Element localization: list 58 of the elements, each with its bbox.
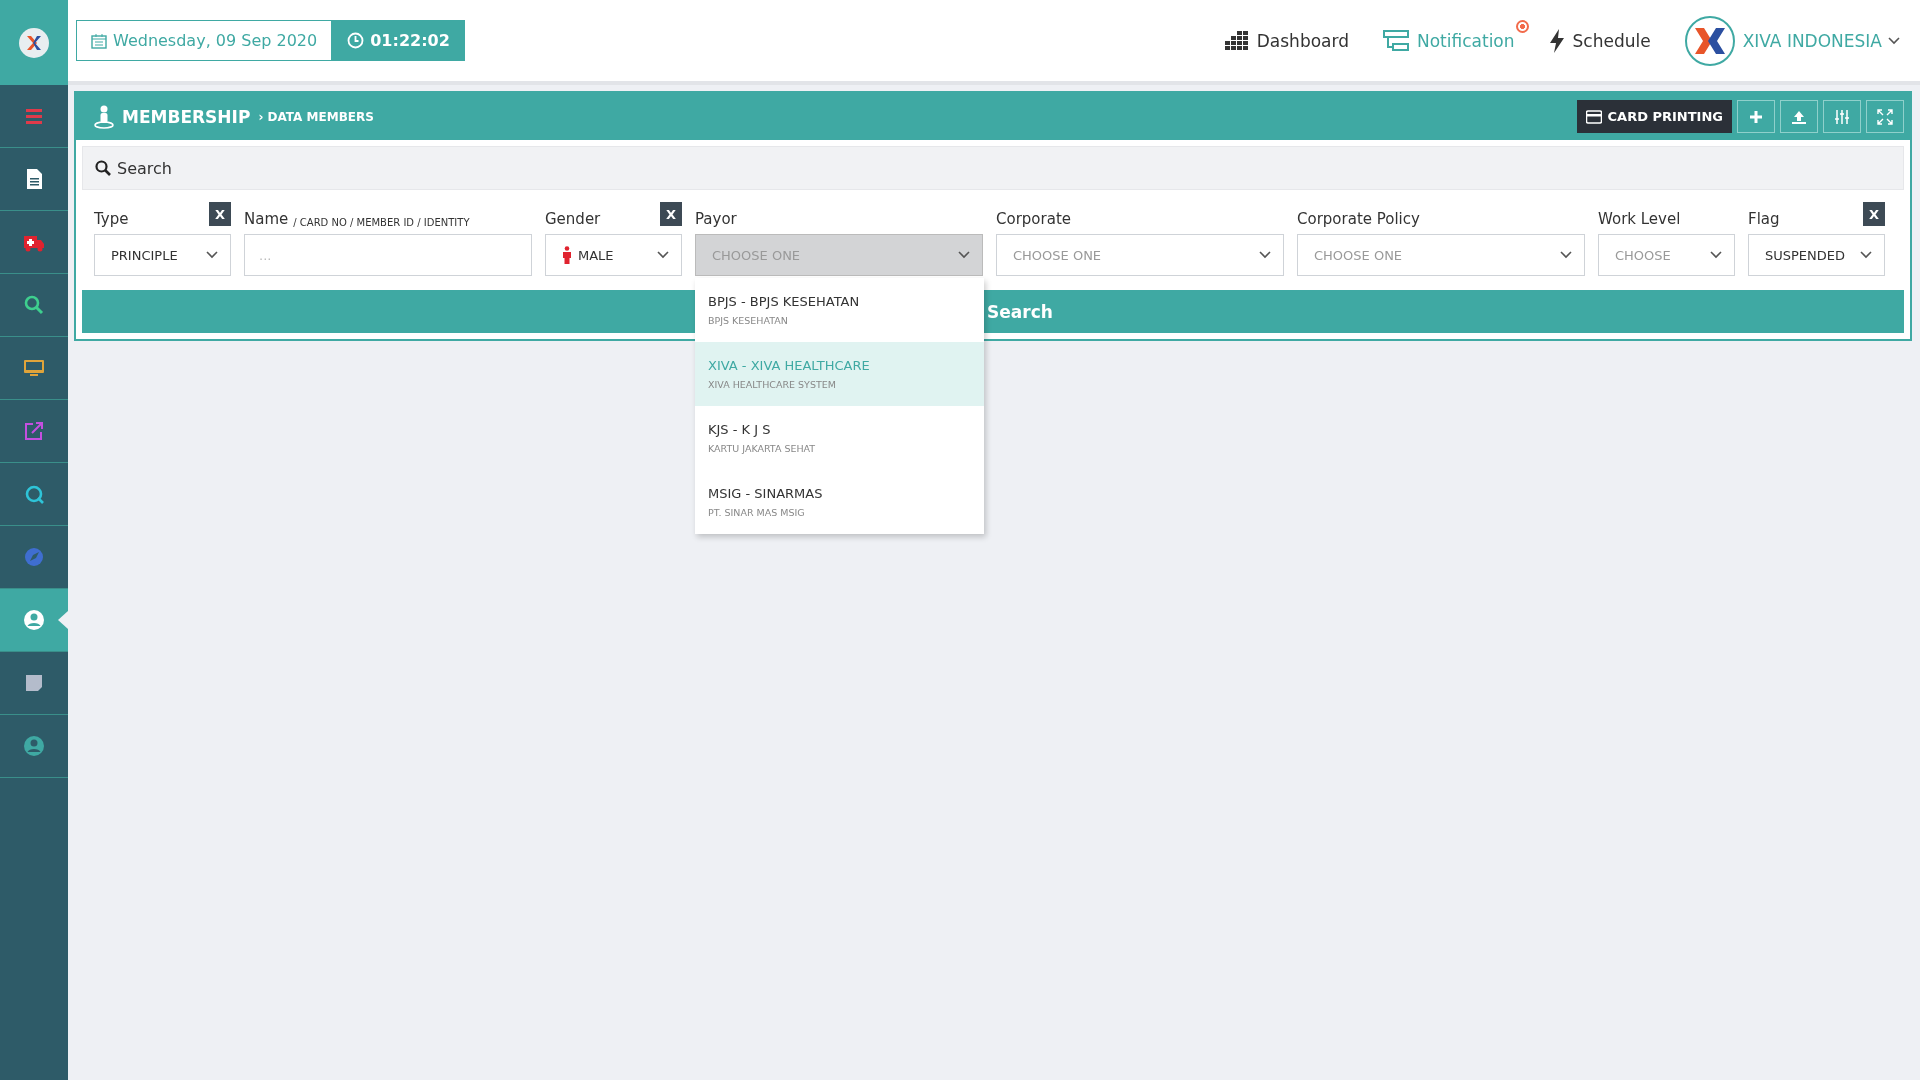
field-label: Name / CARD NO / MEMBER ID / IDENTITY bbox=[244, 209, 470, 228]
dropdown-option[interactable]: MSIG - SINARMAS PT. SINAR MAS MSIG bbox=[695, 470, 984, 534]
toolbar-button[interactable] bbox=[1823, 100, 1861, 133]
external-link-icon bbox=[23, 420, 45, 442]
search-icon bbox=[95, 160, 111, 176]
field-label: Corporate bbox=[996, 209, 1071, 228]
fullscreen-icon bbox=[1877, 108, 1893, 125]
field-label: Work Level bbox=[1598, 209, 1681, 228]
search-section-header: Search bbox=[82, 146, 1904, 190]
chevron-down-icon bbox=[206, 251, 218, 259]
dropdown-option[interactable]: BPJS - BPJS KESEHATAN BPJS KESEHATAN bbox=[695, 278, 984, 342]
chevron-down-icon bbox=[657, 251, 669, 259]
field-label: Flag bbox=[1748, 209, 1780, 228]
select-field[interactable]: PRINCIPLE bbox=[94, 234, 231, 276]
toolbar-button[interactable] bbox=[1737, 100, 1775, 133]
sliders-icon bbox=[1834, 108, 1850, 125]
clear-button[interactable]: X bbox=[1863, 202, 1885, 226]
note-icon bbox=[23, 672, 45, 694]
monitor-icon bbox=[23, 357, 45, 379]
time-display: 01:22:02 bbox=[332, 20, 465, 61]
user-circle-icon bbox=[23, 735, 45, 757]
chevron-down-icon bbox=[1888, 36, 1900, 45]
chevron-down-icon bbox=[1860, 251, 1872, 259]
active-pointer bbox=[58, 611, 68, 629]
page-title: MEMBERSHIP bbox=[122, 106, 251, 127]
person-icon bbox=[94, 104, 114, 129]
date-display: Wednesday, 09 Sep 2020 bbox=[76, 20, 333, 61]
chevron-down-icon bbox=[1259, 251, 1271, 259]
chevron-down-icon bbox=[958, 251, 970, 259]
nav-link[interactable]: Schedule bbox=[1548, 28, 1651, 53]
chevron-down-icon bbox=[1710, 251, 1722, 259]
select-field[interactable]: MALE bbox=[545, 234, 682, 276]
field-label: Payor bbox=[695, 209, 737, 228]
male-icon bbox=[562, 246, 572, 264]
field-label: Type bbox=[94, 209, 129, 228]
clear-button[interactable]: X bbox=[209, 202, 231, 226]
toolbar-button[interactable] bbox=[1780, 100, 1818, 133]
chevron-down-icon bbox=[1560, 251, 1572, 259]
notification-icon bbox=[1383, 29, 1409, 52]
field-label: Corporate Policy bbox=[1297, 209, 1420, 228]
logo[interactable] bbox=[18, 26, 50, 59]
calendar-icon bbox=[91, 32, 107, 49]
select-field[interactable]: SUSPENDED bbox=[1748, 234, 1885, 276]
name-input-field[interactable]: ... bbox=[244, 234, 532, 276]
bar-chart-icon bbox=[1224, 29, 1249, 52]
dropdown-option[interactable]: KJS - K J S KARTU JAKARTA SEHAT bbox=[695, 406, 984, 470]
search-icon bbox=[23, 294, 45, 316]
field-label: Gender bbox=[545, 209, 601, 228]
plus-icon bbox=[1748, 108, 1764, 125]
nav-link[interactable]: Dashboard bbox=[1224, 29, 1349, 52]
user-icon bbox=[23, 609, 45, 631]
clear-button[interactable]: X bbox=[660, 202, 682, 226]
toolbar-button[interactable]: CARD PRINTING bbox=[1576, 100, 1732, 133]
clock-icon bbox=[347, 32, 365, 49]
lightning-icon bbox=[1548, 28, 1565, 53]
toolbar-button[interactable] bbox=[1866, 100, 1904, 133]
credit-card-icon bbox=[1585, 108, 1602, 125]
compass-icon bbox=[23, 546, 45, 568]
